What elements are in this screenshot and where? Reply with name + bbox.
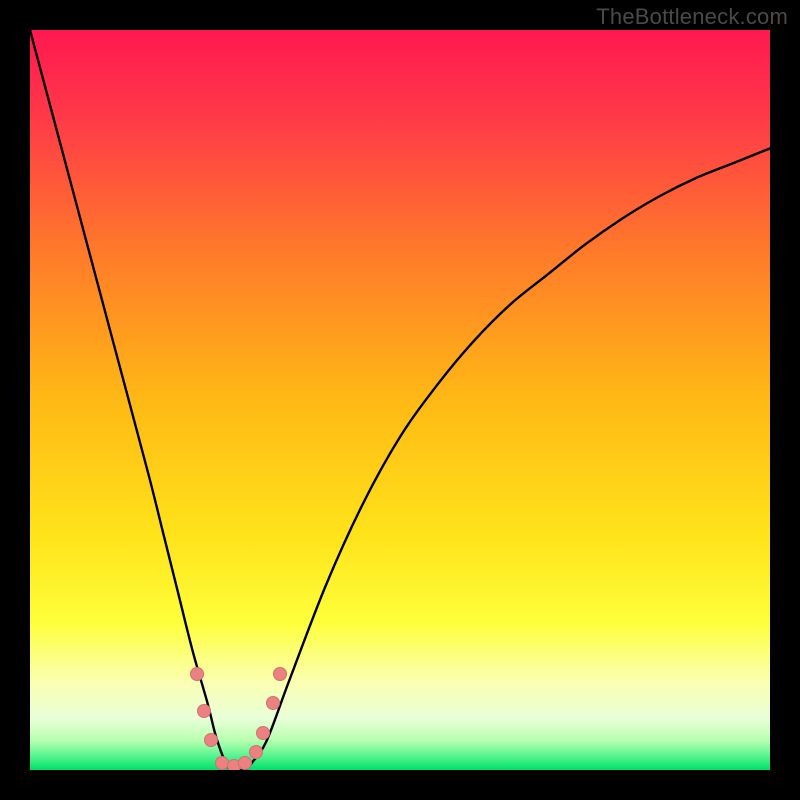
data-marker (273, 667, 287, 681)
data-marker (238, 756, 252, 770)
data-marker (204, 733, 218, 747)
data-marker (256, 726, 270, 740)
plot-area (30, 30, 770, 770)
curve-markers (30, 30, 770, 770)
data-marker (197, 704, 211, 718)
data-marker (249, 745, 263, 759)
data-marker (266, 696, 280, 710)
watermark-text: TheBottleneck.com (596, 4, 788, 30)
data-marker (190, 667, 204, 681)
